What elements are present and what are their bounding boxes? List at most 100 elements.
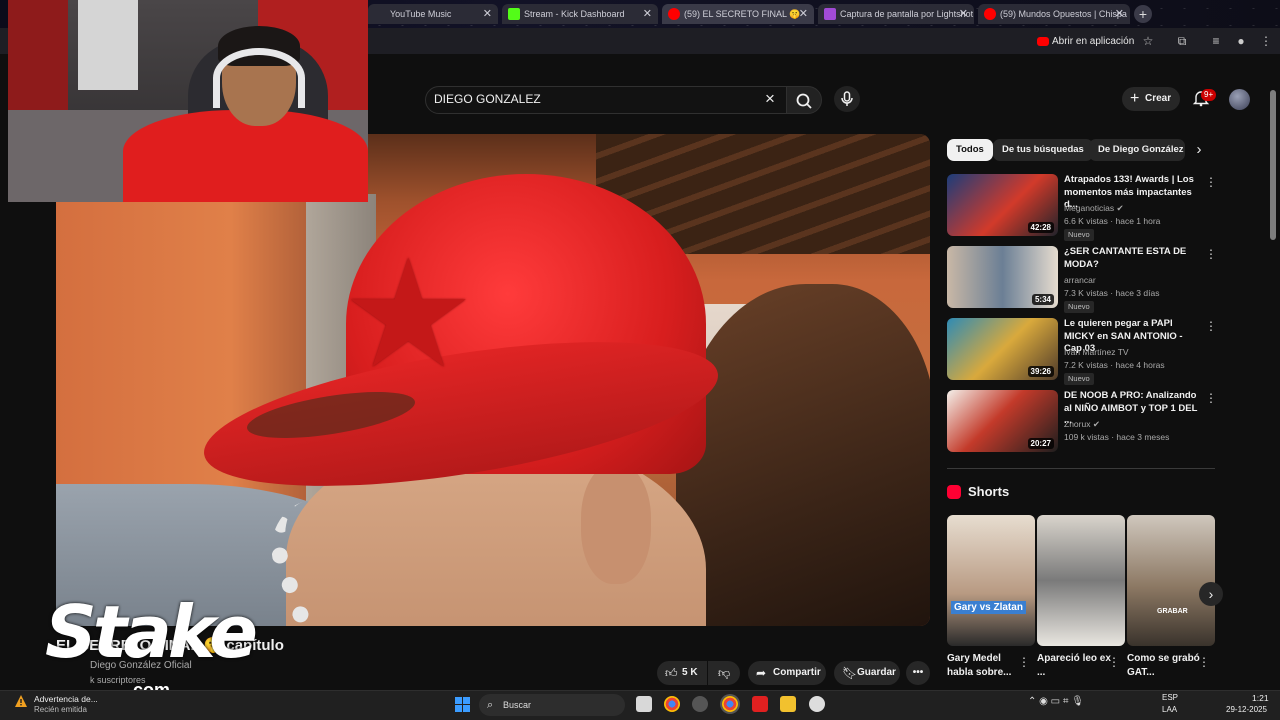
menu-icon[interactable]: ⋮ — [1258, 33, 1274, 49]
save-button[interactable]: 🔖︎ Guardar — [834, 661, 900, 685]
search-button[interactable] — [786, 86, 822, 114]
tab-lightshot[interactable]: Captura de pantalla por Lightshot ✕ — [818, 4, 974, 24]
save-label: Guardar — [857, 667, 896, 678]
video-meta: 7.3 K vistas · hace 3 días — [1064, 288, 1160, 298]
close-icon[interactable]: ✕ — [959, 4, 968, 24]
thumbs-down-icon: 👎︎ — [718, 666, 731, 680]
share-arrow-icon: ➦ — [756, 666, 767, 680]
close-icon[interactable]: ✕ — [483, 4, 492, 24]
open-in-app-button[interactable]: Abrir en aplicación — [1034, 33, 1134, 51]
recommended-video[interactable]: 20:27 DE NOOB A PRO: Analizando al NIÑO … — [947, 390, 1271, 454]
new-badge: Nuevo — [1064, 301, 1094, 313]
youtube-icon — [984, 8, 996, 20]
kebab-menu-icon[interactable]: ⋮ — [1108, 655, 1120, 669]
input-language[interactable]: ESP — [1162, 693, 1178, 702]
microphone-icon — [841, 91, 853, 106]
kebab-menu-icon[interactable]: ⋮ — [1205, 175, 1217, 189]
bookmark-star-icon[interactable]: ☆ — [1140, 33, 1156, 49]
video-meta: 7.2 K vistas · hace 4 horas — [1064, 360, 1165, 370]
clear-search-icon[interactable]: × — [762, 90, 778, 108]
input-layout[interactable]: LAA — [1162, 705, 1177, 714]
shorts-icon — [947, 485, 961, 499]
file-explorer-icon[interactable] — [780, 696, 796, 712]
close-icon[interactable]: ✕ — [1115, 4, 1124, 24]
video-duration: 5:34 — [1031, 294, 1054, 305]
tab-label: Stream - Kick Dashboard — [524, 9, 625, 19]
video-thumbnail[interactable]: 39:26 — [947, 318, 1058, 380]
channel-name[interactable]: arrancar — [1064, 275, 1096, 285]
warning-icon[interactable] — [14, 694, 28, 708]
notification-title[interactable]: Advertencia de... — [34, 694, 98, 704]
windows-start-icon[interactable] — [455, 697, 470, 712]
chevron-right-icon[interactable]: › — [1190, 141, 1208, 159]
account-avatar[interactable] — [1229, 89, 1250, 110]
short-thumbnail[interactable] — [1037, 515, 1125, 646]
new-badge: Nuevo — [1064, 373, 1094, 385]
chip-de-diego-gonzalez[interactable]: De Diego González — [1089, 139, 1185, 161]
video-duration: 39:26 — [1027, 366, 1054, 377]
search-icon — [796, 93, 812, 109]
system-tray-icons[interactable]: ⌃ ◉ ▭ ⌗ 🎙︎ — [1028, 696, 1084, 707]
short-thumbnail[interactable]: Gary vs Zlatan — [947, 515, 1035, 646]
recommended-video[interactable]: 5:34 ¿SER CANTANTE ESTA DE MODA? arranca… — [947, 246, 1271, 313]
headset-icon — [213, 48, 305, 108]
short-thumb-text: GRABAR — [1157, 608, 1188, 615]
short-title[interactable]: Como se grabó GAT... — [1127, 652, 1207, 680]
voice-search-button[interactable] — [834, 86, 860, 112]
chip-todos[interactable]: Todos — [947, 139, 993, 161]
lightshot-icon — [824, 8, 836, 20]
task-view-icon[interactable] — [636, 696, 652, 712]
video-player[interactable]: ★ — [56, 134, 930, 626]
star-icon: ★ — [341, 230, 476, 398]
tab-youtube-music[interactable]: YouTube Music ✕ — [368, 4, 498, 24]
clock-date[interactable]: 29-12-2025 — [1226, 705, 1267, 714]
chrome-active-icon[interactable] — [722, 696, 738, 712]
close-icon[interactable]: ✕ — [799, 4, 808, 24]
video-thumbnail[interactable]: 42:28 — [947, 174, 1058, 236]
tab-secreto-final[interactable]: (59) EL SECRETO FINAL 🤫 ✕ — [662, 4, 814, 24]
channel-name[interactable]: Iván Martínez TV — [1064, 347, 1129, 357]
clock-time[interactable]: 1:21 — [1252, 693, 1269, 703]
share-button[interactable]: ➦ Compartir — [748, 661, 826, 685]
kebab-menu-icon[interactable]: ⋮ — [1198, 655, 1210, 669]
video-meta: 109 k vistas · hace 3 meses — [1064, 432, 1170, 442]
taskbar-search-input[interactable]: ⌕ Buscar — [479, 694, 625, 716]
kebab-menu-icon[interactable]: ⋮ — [1018, 655, 1030, 669]
video-frame-hair — [676, 284, 930, 626]
short-title[interactable]: Gary Medel habla sobre... — [947, 652, 1027, 680]
profile-icon[interactable]: ● — [1233, 33, 1249, 49]
like-button[interactable]: 👍︎ 5 K — [657, 661, 707, 685]
short-thumbnail[interactable]: GRABAR — [1127, 515, 1215, 646]
chevron-right-icon[interactable]: › — [1199, 582, 1223, 606]
kebab-menu-icon[interactable]: ⋮ — [1205, 247, 1217, 261]
media-player-icon[interactable] — [809, 696, 825, 712]
obs-icon[interactable] — [692, 696, 708, 712]
kebab-menu-icon[interactable]: ⋮ — [1205, 391, 1217, 405]
playlist-icon[interactable]: ≡ — [1208, 33, 1224, 49]
new-tab-button[interactable]: + — [1134, 5, 1152, 23]
tab-kick-dashboard[interactable]: Stream - Kick Dashboard ✕ — [502, 4, 658, 24]
plus-icon: + — [1130, 90, 1140, 107]
dislike-button[interactable]: 👎︎ — [708, 661, 740, 685]
short-thumb-text: Gary vs Zlatan — [951, 601, 1026, 614]
video-title[interactable]: ¿SER CANTANTE ESTA DE MODA? — [1064, 246, 1202, 271]
recommended-video[interactable]: 39:26 Le quieren pegar a PAPI MICKY en S… — [947, 318, 1271, 385]
chrome-icon[interactable] — [664, 696, 680, 712]
recommended-video[interactable]: 42:28 Atrapados 133! Awards | Los moment… — [947, 174, 1271, 241]
short-title[interactable]: Apareció leo ex ... — [1037, 652, 1117, 680]
video-thumbnail[interactable]: 5:34 — [947, 246, 1058, 308]
shorts-heading: Shorts — [968, 484, 1010, 499]
kebab-menu-icon[interactable]: ⋮ — [1205, 319, 1217, 333]
close-icon[interactable]: ✕ — [643, 4, 652, 24]
channel-name[interactable]: Znorux ✔ — [1064, 419, 1100, 430]
youtube-app-icon[interactable] — [752, 696, 768, 712]
channel-name[interactable]: Meganoticias ✔ — [1064, 203, 1124, 214]
tab-mundos-opuestos[interactable]: (59) Mundos Opuestos | Chispa ✕ — [978, 4, 1130, 24]
chip-de-tus-busquedas[interactable]: De tus búsquedas — [993, 139, 1093, 161]
extensions-icon[interactable]: ⧉ — [1174, 33, 1190, 49]
notification-count-badge: 9+ — [1201, 89, 1217, 101]
create-button[interactable]: + Crear — [1122, 87, 1180, 111]
more-actions-button[interactable]: ••• — [906, 661, 930, 685]
search-query[interactable]: DIEGO GONZALEZ — [434, 92, 541, 106]
video-thumbnail[interactable]: 20:27 — [947, 390, 1058, 452]
